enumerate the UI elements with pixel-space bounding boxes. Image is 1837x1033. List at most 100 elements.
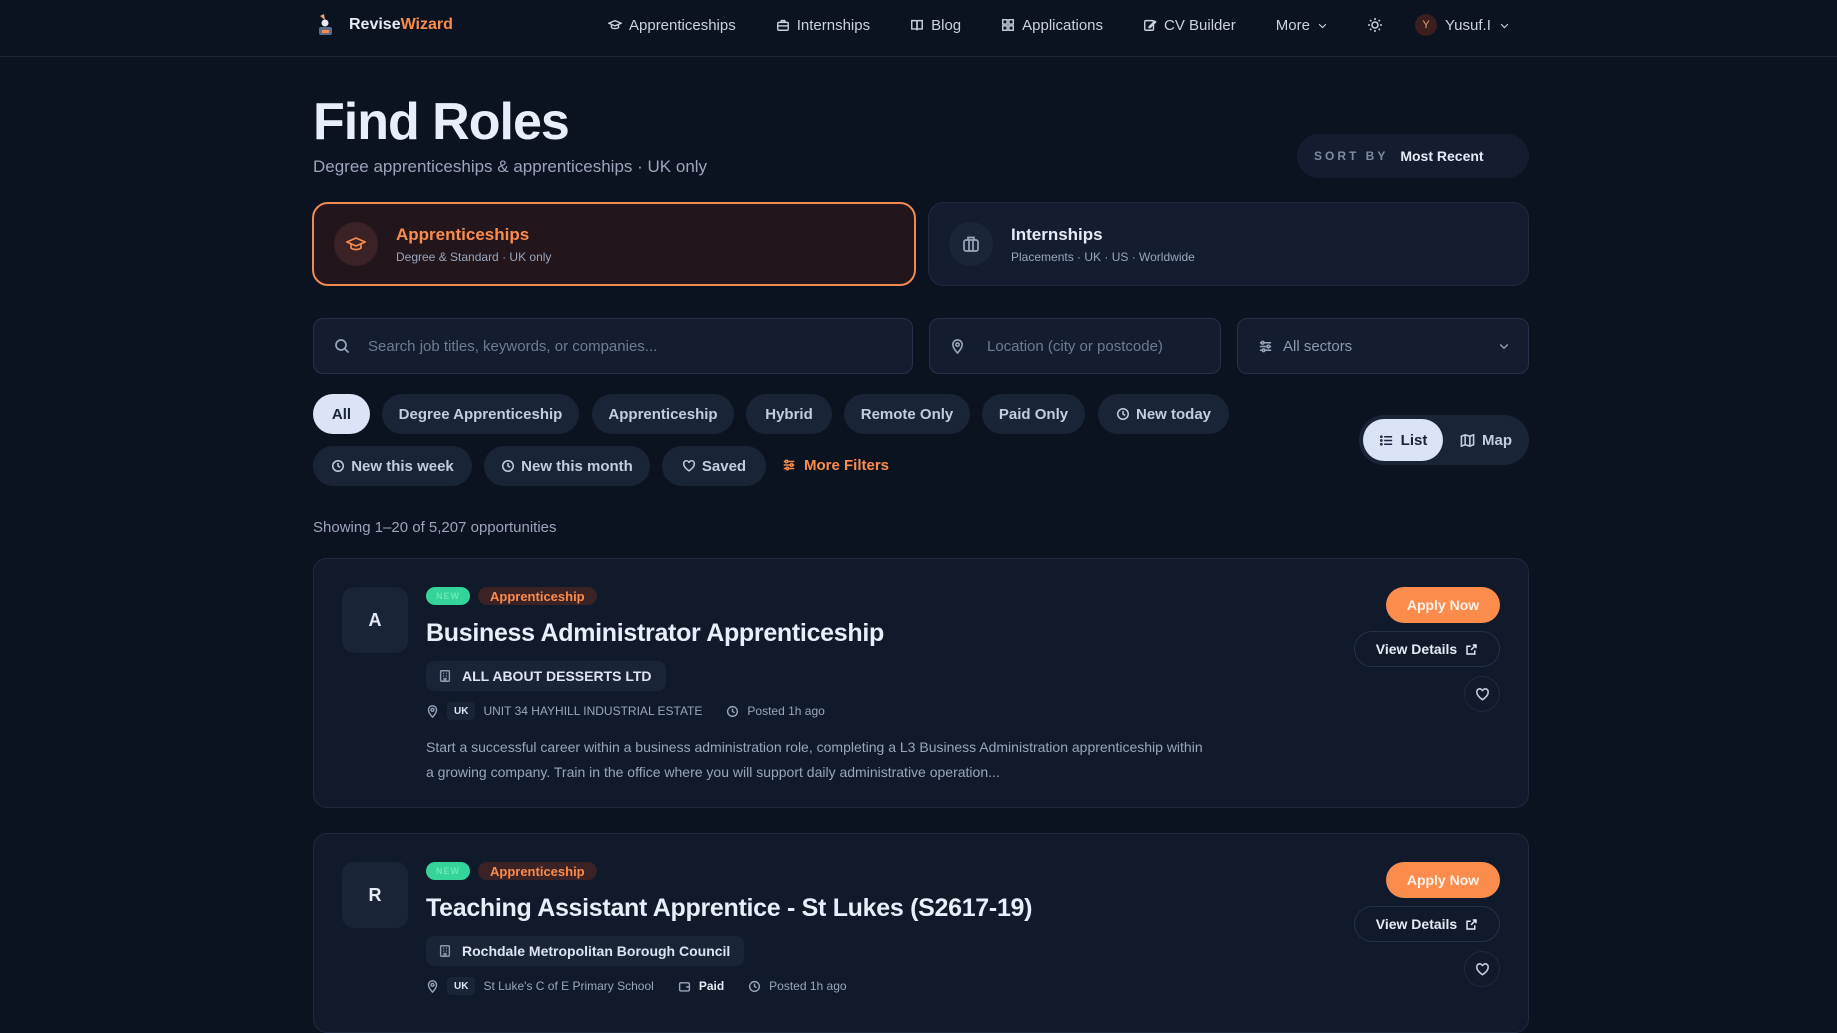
filter-chip-all[interactable]: All [313,394,370,434]
nav-label: CV Builder [1164,16,1236,34]
nav-label: Blog [931,16,962,34]
new-badge: NEW [426,587,470,605]
sort-value: Most Recent [1400,148,1484,164]
sector-value: All sectors [1283,337,1353,355]
clock-icon [727,705,739,717]
chevron-down-icon [1500,23,1509,28]
location-field [929,318,1221,374]
type-badge: Apprenticeship [478,862,597,880]
view-details-button[interactable]: View Details [1354,906,1500,942]
job-meta: UK UNIT 34 HAYHILL INDUSTRIAL ESTATE Pos… [426,702,825,720]
user-name: Yusuf.I [1445,16,1491,34]
company-name: ALL ABOUT DESSERTS LTD [462,668,652,684]
clock-icon [502,460,515,472]
type-badge: Apprenticeship [478,587,597,605]
job-title[interactable]: Teaching Assistant Apprentice - St Lukes… [426,894,1032,923]
type-card-subtitle: Placements · UK · US · Worldwide [1011,249,1195,264]
company-avatar: A [342,587,408,653]
heart-icon [1475,962,1489,976]
clock-icon [1116,408,1129,420]
paid-label: Paid [698,979,725,993]
type-card-subtitle: Degree & Standard · UK only [396,249,552,264]
search-field [313,318,913,374]
posted-time: Posted 1h ago [769,979,847,993]
building-icon [439,670,451,682]
clock-icon [332,460,345,472]
filter-chip-new-this-week[interactable]: New this week [313,446,472,486]
company-tag: Rochdale Metropolitan Borough Council [426,936,745,966]
sliders-icon [1259,340,1272,352]
job-location: UNIT 34 HAYHILL INDUSTRIAL ESTATE [483,704,703,718]
apply-now-button[interactable]: Apply Now [1386,862,1500,898]
save-button[interactable] [1464,676,1500,712]
brand-name: Revise [349,16,401,33]
type-card-internships[interactable]: Internships Placements · UK · US · World… [928,202,1529,286]
location-input[interactable] [987,337,1220,355]
nav-cv-builder[interactable]: CV Builder [1143,17,1236,34]
save-button[interactable] [1464,951,1500,987]
nav-internships[interactable]: Internships [776,17,870,34]
page-title: Find Roles [313,93,570,151]
map-icon [1460,433,1475,447]
graduation-cap-icon [346,237,366,251]
chevron-down-icon [1499,344,1509,350]
nav-label: Applications [1022,16,1104,34]
filter-chip-new-this-month[interactable]: New this month [484,446,650,486]
nav-applications[interactable]: Applications [1001,17,1103,34]
map-view-button[interactable]: Map [1447,419,1525,461]
sort-dropdown[interactable]: SORT BY Most Recent [1297,134,1529,178]
briefcase-icon [776,19,789,31]
user-menu[interactable]: Y Yusuf.I [1415,14,1510,36]
filter-chip-new-today[interactable]: New today [1098,394,1229,434]
company-tag: ALL ABOUT DESSERTS LTD [426,661,666,691]
nav-apprenticeships[interactable]: Apprenticeships [608,17,736,34]
page-subtitle: Degree apprenticeships & apprenticeships… [313,157,708,176]
company-name: Rochdale Metropolitan Borough Council [462,943,731,959]
job-card: A NEW Apprenticeship Business Administra… [313,558,1529,808]
brand-logo-link[interactable]: ReviseWizard [313,12,453,38]
map-pin-icon [952,338,963,354]
job-location: St Luke's C of E Primary School [483,979,654,993]
filter-chip-saved[interactable]: Saved [662,446,766,486]
list-view-button[interactable]: List [1363,419,1443,461]
filter-chip-remote-only[interactable]: Remote Only [844,394,970,434]
filter-chip-apprenticeship[interactable]: Apprenticeship [592,394,734,434]
country-badge: UK [447,702,476,720]
clock-icon [749,980,761,992]
job-description: Start a successful career within a busin… [426,739,1203,780]
heart-icon [1475,687,1489,701]
nav-links: Apprenticeships Internships Blog Applica… [608,0,1328,50]
more-filters-button[interactable]: More Filters [782,445,889,485]
search-input[interactable] [368,337,912,355]
external-link-icon [1466,643,1477,655]
sliders-icon [783,459,795,471]
country-badge: UK [447,977,476,995]
job-title[interactable]: Business Administrator Apprenticeship [426,619,884,648]
sun-icon[interactable] [1367,17,1383,33]
company-avatar: R [342,862,408,928]
type-card-apprenticeships[interactable]: Apprenticeships Degree & Standard · UK o… [312,202,916,286]
job-card: R NEW Apprenticeship Teaching Assistant … [313,833,1529,1033]
type-card-title: Internships [1011,224,1103,244]
briefcase-icon [963,236,979,252]
list-icon [1379,434,1392,446]
book-icon [911,19,924,31]
nav-label: Internships [796,16,871,34]
apply-now-button[interactable]: Apply Now [1386,587,1500,623]
grid-icon [1002,19,1015,31]
filter-chip-degree-apprenticeship[interactable]: Degree Apprenticeship [382,394,579,434]
filter-chip-hybrid[interactable]: Hybrid [746,394,832,434]
wizard-logo-icon [319,14,332,35]
top-nav: ReviseWizard Apprenticeships Internships… [0,0,1837,57]
new-badge: NEW [426,862,470,880]
nav-more-dropdown[interactable]: More [1276,17,1328,34]
nav-label: Apprenticeships [629,16,736,34]
filter-chip-paid-only[interactable]: Paid Only [982,394,1085,434]
sector-select[interactable]: All sectors [1237,318,1529,374]
map-pin-icon [427,979,438,993]
graduation-cap-icon [608,19,622,30]
nav-blog[interactable]: Blog [910,17,961,34]
results-count: Showing 1–20 of 5,207 opportunities [313,519,557,536]
sort-label: SORT BY [1314,149,1389,163]
view-details-button[interactable]: View Details [1354,631,1500,667]
